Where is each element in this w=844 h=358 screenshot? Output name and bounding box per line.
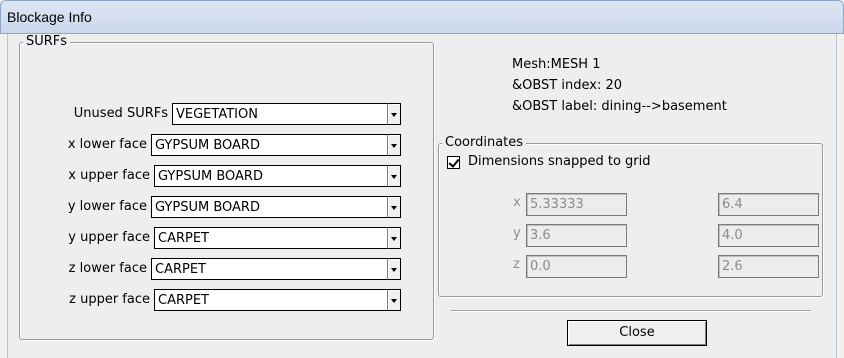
- x-max-value: 6.4: [722, 197, 743, 212]
- mesh-info: Mesh:MESH 1: [512, 57, 601, 72]
- dropdown-arrow-icon[interactable]: [387, 289, 401, 311]
- dropdown-arrow-icon[interactable]: [387, 134, 401, 156]
- snap-to-grid-label[interactable]: Dimensions snapped to grid: [468, 154, 651, 169]
- dropdown-value: CARPET: [158, 293, 209, 308]
- unused-surfs-dropdown[interactable]: VEGETATION: [172, 103, 401, 125]
- surf-row-x-lower: x lower face: [20, 134, 147, 156]
- y-upper-face-label: y upper face: [68, 230, 150, 245]
- z-upper-face-dropdown[interactable]: CARPET: [154, 289, 401, 311]
- z-lower-face-dropdown[interactable]: CARPET: [151, 258, 401, 280]
- dropdown-value: CARPET: [155, 262, 206, 277]
- z-min-field[interactable]: 0.0: [526, 255, 627, 278]
- surf-row-unused: Unused SURFs: [20, 103, 168, 125]
- x-min-value: 5.33333: [530, 197, 584, 212]
- x-min-field[interactable]: 5.33333: [526, 193, 627, 216]
- y-max-field[interactable]: 4.0: [718, 224, 819, 247]
- surfs-group-title: SURFs: [23, 34, 71, 49]
- x-lower-face-label: x lower face: [67, 137, 147, 152]
- dropdown-value: CARPET: [158, 231, 209, 246]
- obst-index-info: &OBST index: 20: [512, 78, 623, 93]
- dropdown-arrow-icon[interactable]: [387, 103, 401, 125]
- x-lower-face-dropdown[interactable]: GYPSUM BOARD: [151, 134, 401, 156]
- y-axis-label: y: [513, 226, 521, 241]
- snap-to-grid-checkbox[interactable]: [447, 156, 460, 169]
- title-bar[interactable]: Blockage Info: [0, 0, 844, 34]
- dropdown-value: VEGETATION: [176, 107, 258, 122]
- surf-row-y-lower: y lower face: [20, 196, 147, 218]
- x-axis-label: x: [513, 195, 521, 210]
- y-min-field[interactable]: 3.6: [526, 224, 627, 247]
- dropdown-arrow-icon[interactable]: [387, 258, 401, 280]
- y-lower-face-dropdown[interactable]: GYPSUM BOARD: [151, 196, 401, 218]
- z-lower-face-label: z lower face: [68, 261, 147, 276]
- x-upper-face-dropdown[interactable]: GYPSUM BOARD: [154, 165, 401, 187]
- x-max-field[interactable]: 6.4: [718, 193, 819, 216]
- z-min-value: 0.0: [530, 259, 551, 274]
- surf-row-y-upper: y upper face: [20, 227, 150, 249]
- y-upper-face-dropdown[interactable]: CARPET: [154, 227, 401, 249]
- z-max-value: 2.6: [722, 259, 743, 274]
- coordinates-group-title: Coordinates: [442, 135, 527, 150]
- dropdown-value: GYPSUM BOARD: [155, 138, 260, 153]
- y-min-value: 3.6: [530, 228, 551, 243]
- surf-row-z-upper: z upper face: [20, 289, 150, 311]
- unused-surfs-label: Unused SURFs: [73, 106, 168, 121]
- z-max-field[interactable]: 2.6: [718, 255, 819, 278]
- dropdown-arrow-icon[interactable]: [387, 165, 401, 187]
- z-upper-face-label: z upper face: [69, 292, 150, 307]
- separator: [451, 310, 811, 312]
- obst-label-info: &OBST label: dining-->basement: [512, 99, 727, 114]
- dropdown-arrow-icon[interactable]: [387, 227, 401, 249]
- z-axis-label: z: [513, 257, 520, 272]
- close-button[interactable]: Close: [567, 320, 707, 346]
- x-upper-face-label: x upper face: [68, 168, 150, 183]
- surf-row-x-upper: x upper face: [20, 165, 150, 187]
- dropdown-value: GYPSUM BOARD: [158, 169, 263, 184]
- y-max-value: 4.0: [722, 228, 743, 243]
- dropdown-arrow-icon[interactable]: [387, 196, 401, 218]
- surf-row-z-lower: z lower face: [20, 258, 147, 280]
- window-title: Blockage Info: [7, 9, 92, 25]
- dropdown-value: GYPSUM BOARD: [155, 200, 260, 215]
- y-lower-face-label: y lower face: [67, 199, 147, 214]
